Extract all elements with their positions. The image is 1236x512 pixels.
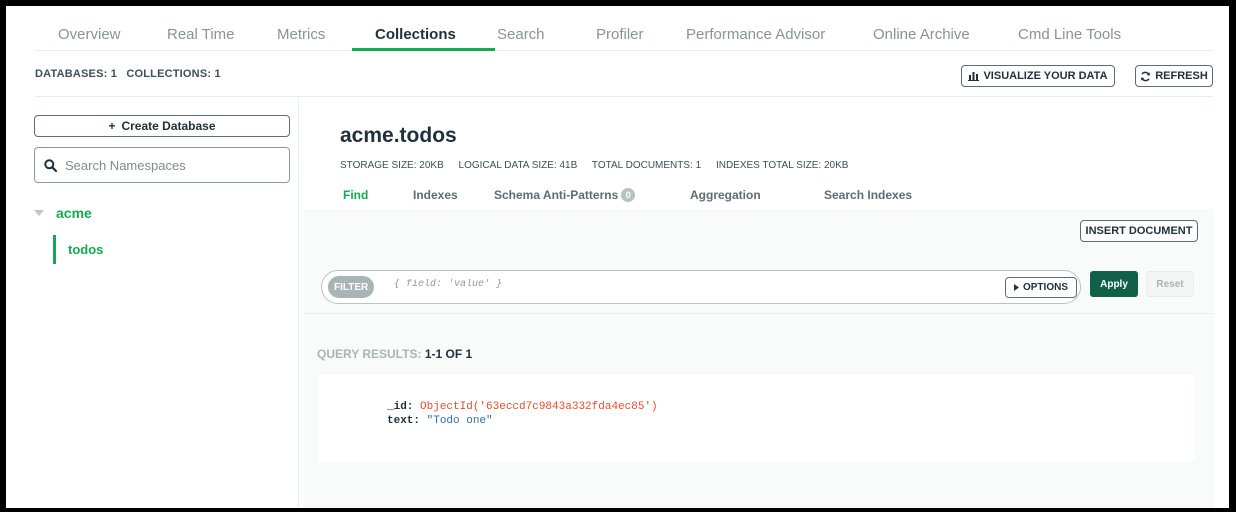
- tab-aggregation[interactable]: Aggregation: [690, 188, 761, 202]
- tab-find[interactable]: Find: [343, 188, 368, 202]
- tab-profiler[interactable]: Profiler: [596, 26, 644, 43]
- schema-anti-patterns-label: Schema Anti-Patterns: [494, 188, 619, 202]
- search-icon: [44, 158, 57, 172]
- schema-count-badge: 0: [621, 188, 636, 202]
- sidebar-item-todos[interactable]: todos: [53, 235, 103, 264]
- plus-icon: +: [108, 119, 116, 133]
- create-database-button[interactable]: + Create Database: [34, 115, 290, 137]
- apply-button[interactable]: Apply: [1090, 271, 1138, 297]
- namespace-title: acme.todos: [340, 124, 457, 147]
- namespace-search: [34, 147, 290, 183]
- tab-schema-anti-patterns[interactable]: Schema Anti-Patterns 0: [494, 188, 636, 202]
- field-key: text:: [387, 415, 421, 427]
- tab-collections[interactable]: Collections: [375, 26, 456, 43]
- refresh-label: REFRESH: [1155, 70, 1208, 82]
- filter-bar: FILTER OPTIONS: [321, 270, 1081, 304]
- caret-down-icon[interactable]: [34, 210, 44, 216]
- active-tab-indicator: [352, 48, 495, 51]
- query-results-count: 1-1 OF 1: [424, 347, 473, 361]
- tab-indexes[interactable]: Indexes: [413, 188, 458, 202]
- tab-real-time[interactable]: Real Time: [167, 26, 235, 43]
- field-value: "Todo one": [426, 415, 493, 427]
- insert-document-button[interactable]: INSERT DOCUMENT: [1080, 220, 1198, 242]
- document-card[interactable]: _id: ObjectId('63eccd7c9843a332fda4ec85'…: [318, 375, 1195, 462]
- find-panel: INSERT DOCUMENT FILTER OPTIONS Apply Res…: [304, 209, 1214, 508]
- tab-online-archive[interactable]: Online Archive: [873, 26, 970, 43]
- tab-performance-advisor[interactable]: Performance Advisor: [686, 26, 825, 43]
- tab-cmd-line-tools[interactable]: Cmd Line Tools: [1018, 26, 1121, 43]
- query-results-prefix: QUERY RESULTS:: [317, 347, 422, 361]
- collection-name: todos: [68, 242, 104, 257]
- filter-pill: FILTER: [328, 276, 375, 298]
- indexes-total-size: INDEXES TOTAL SIZE: 20KB: [715, 160, 849, 171]
- refresh-icon: [1140, 71, 1151, 82]
- bar-chart-icon: [968, 71, 980, 81]
- visualize-data-button[interactable]: VISUALIZE YOUR DATA: [961, 65, 1115, 87]
- reset-button[interactable]: Reset: [1146, 271, 1194, 297]
- tab-overview[interactable]: Overview: [58, 26, 121, 43]
- namespace-sidebar: + Create Database acme todos: [6, 97, 299, 508]
- tab-metrics[interactable]: Metrics: [277, 26, 325, 43]
- storage-size: STORAGE SIZE: 20KB: [340, 160, 444, 171]
- namespace-counts: DATABASES: 1 COLLECTIONS: 1: [35, 68, 227, 80]
- database-name: acme: [56, 205, 92, 221]
- logical-data-size: LOGICAL DATA SIZE: 41B: [458, 160, 578, 171]
- options-label: OPTIONS: [1022, 282, 1068, 293]
- namespace-stats: STORAGE SIZE: 20KB LOGICAL DATA SIZE: 41…: [340, 160, 860, 171]
- app-frame: Overview Real Time Metrics Collections S…: [6, 6, 1229, 508]
- document-field-text: text: "Todo one": [387, 415, 493, 427]
- visualize-data-label: VISUALIZE YOUR DATA: [983, 70, 1108, 82]
- database-count: DATABASES: 1: [35, 68, 118, 80]
- panel-divider: [304, 313, 1214, 314]
- collection-count: COLLECTIONS: 1: [126, 68, 221, 80]
- sidebar-item-acme[interactable]: acme: [34, 205, 92, 221]
- field-key: _id:: [387, 401, 414, 413]
- create-database-label: Create Database: [121, 119, 216, 133]
- namespace-search-input[interactable]: [65, 157, 265, 173]
- caret-right-icon: [1013, 284, 1019, 291]
- query-results-label: QUERY RESULTS: 1-1 OF 1: [317, 347, 472, 361]
- tab-search[interactable]: Search: [497, 26, 545, 43]
- filter-input[interactable]: [394, 279, 954, 290]
- refresh-button[interactable]: REFRESH: [1135, 65, 1213, 87]
- field-value: ObjectId('63eccd7c9843a332fda4ec85'): [420, 401, 658, 413]
- options-button[interactable]: OPTIONS: [1005, 277, 1077, 298]
- top-nav: Overview Real Time Metrics Collections S…: [35, 6, 1213, 51]
- tab-search-indexes[interactable]: Search Indexes: [824, 188, 912, 202]
- total-documents: TOTAL DOCUMENTS: 1: [591, 160, 702, 171]
- document-field-id: _id: ObjectId('63eccd7c9843a332fda4ec85'…: [387, 401, 658, 413]
